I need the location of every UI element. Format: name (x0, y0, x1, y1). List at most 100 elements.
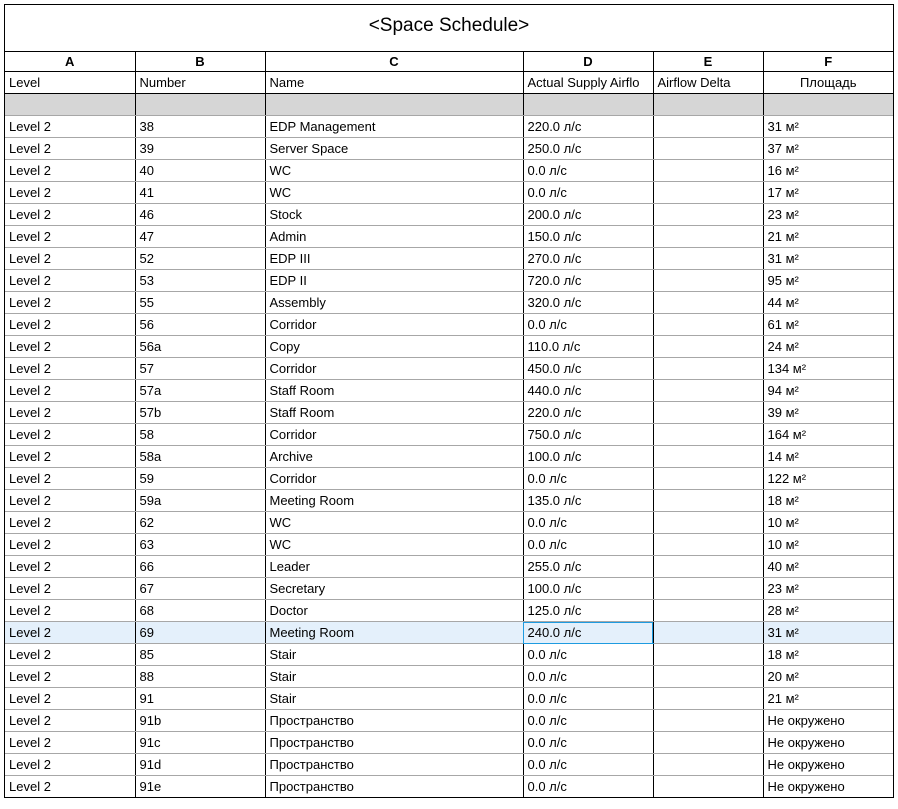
cell[interactable]: 59a (135, 490, 265, 512)
cell[interactable]: Level 2 (5, 666, 135, 688)
cell[interactable]: 58 (135, 424, 265, 446)
cell[interactable]: 200.0 л/с (523, 204, 653, 226)
cell[interactable]: 31 м² (763, 116, 893, 138)
cell[interactable]: Level 2 (5, 644, 135, 666)
cell[interactable] (653, 402, 763, 424)
cell[interactable]: Level 2 (5, 292, 135, 314)
cell[interactable]: 0.0 л/с (523, 776, 653, 798)
cell[interactable]: Level 2 (5, 732, 135, 754)
cell[interactable]: 14 м² (763, 446, 893, 468)
cell[interactable]: Staff Room (265, 380, 523, 402)
cell[interactable]: WC (265, 512, 523, 534)
cell[interactable]: Level 2 (5, 556, 135, 578)
cell[interactable]: 63 (135, 534, 265, 556)
col-header-D[interactable]: D (523, 52, 653, 72)
cell[interactable]: Corridor (265, 468, 523, 490)
cell[interactable]: 31 м² (763, 622, 893, 644)
cell[interactable]: 57b (135, 402, 265, 424)
cell[interactable]: Corridor (265, 358, 523, 380)
cell[interactable]: 0.0 л/с (523, 688, 653, 710)
cell[interactable]: 28 м² (763, 600, 893, 622)
cell[interactable] (653, 600, 763, 622)
col-header-A[interactable]: A (5, 52, 135, 72)
cell[interactable]: 0.0 л/с (523, 160, 653, 182)
cell[interactable]: 750.0 л/с (523, 424, 653, 446)
cell[interactable]: Пространство (265, 776, 523, 798)
cell[interactable]: Level 2 (5, 358, 135, 380)
cell[interactable]: 24 м² (763, 336, 893, 358)
field-airflow[interactable]: Actual Supply Airflo (523, 72, 653, 94)
cell[interactable]: 47 (135, 226, 265, 248)
cell[interactable]: Не окружено (763, 710, 893, 732)
cell[interactable]: 0.0 л/с (523, 182, 653, 204)
cell[interactable]: 59 (135, 468, 265, 490)
cell[interactable]: 110.0 л/с (523, 336, 653, 358)
cell[interactable]: 0.0 л/с (523, 468, 653, 490)
cell[interactable]: 0.0 л/с (523, 512, 653, 534)
field-area[interactable]: Площадь (763, 72, 893, 94)
cell[interactable]: Level 2 (5, 138, 135, 160)
field-level[interactable]: Level (5, 72, 135, 94)
cell[interactable]: 122 м² (763, 468, 893, 490)
cell[interactable]: Admin (265, 226, 523, 248)
cell[interactable]: 95 м² (763, 270, 893, 292)
cell[interactable] (653, 424, 763, 446)
cell[interactable]: Level 2 (5, 336, 135, 358)
cell[interactable]: 66 (135, 556, 265, 578)
cell[interactable]: 88 (135, 666, 265, 688)
cell[interactable] (653, 556, 763, 578)
cell[interactable]: 0.0 л/с (523, 534, 653, 556)
cell[interactable]: Assembly (265, 292, 523, 314)
cell[interactable] (653, 270, 763, 292)
cell[interactable]: Level 2 (5, 710, 135, 732)
col-header-C[interactable]: C (265, 52, 523, 72)
cell[interactable] (653, 160, 763, 182)
cell[interactable]: 91e (135, 776, 265, 798)
cell[interactable]: 91c (135, 732, 265, 754)
cell[interactable] (653, 358, 763, 380)
cell[interactable]: 720.0 л/с (523, 270, 653, 292)
cell[interactable] (653, 622, 763, 644)
cell[interactable]: Stock (265, 204, 523, 226)
cell[interactable] (653, 116, 763, 138)
cell[interactable]: 150.0 л/с (523, 226, 653, 248)
cell[interactable] (653, 468, 763, 490)
col-header-B[interactable]: B (135, 52, 265, 72)
cell[interactable]: Staff Room (265, 402, 523, 424)
col-header-E[interactable]: E (653, 52, 763, 72)
cell[interactable]: Level 2 (5, 578, 135, 600)
cell[interactable]: Corridor (265, 314, 523, 336)
cell[interactable]: 46 (135, 204, 265, 226)
cell[interactable]: Level 2 (5, 380, 135, 402)
cell[interactable]: 100.0 л/с (523, 446, 653, 468)
cell[interactable]: 240.0 л/с (523, 622, 653, 644)
cell[interactable] (653, 512, 763, 534)
cell[interactable]: 0.0 л/с (523, 666, 653, 688)
cell[interactable]: EDP II (265, 270, 523, 292)
cell[interactable]: Corridor (265, 424, 523, 446)
cell[interactable]: 39 (135, 138, 265, 160)
cell[interactable]: 20 м² (763, 666, 893, 688)
cell[interactable]: 55 (135, 292, 265, 314)
cell[interactable]: 220.0 л/с (523, 116, 653, 138)
cell[interactable] (653, 688, 763, 710)
cell[interactable]: 17 м² (763, 182, 893, 204)
cell[interactable]: Level 2 (5, 270, 135, 292)
cell[interactable]: 57a (135, 380, 265, 402)
cell[interactable]: 21 м² (763, 688, 893, 710)
cell[interactable]: Level 2 (5, 600, 135, 622)
cell[interactable]: 220.0 л/с (523, 402, 653, 424)
cell[interactable]: 57 (135, 358, 265, 380)
cell[interactable]: Meeting Room (265, 622, 523, 644)
cell[interactable]: Level 2 (5, 776, 135, 798)
cell[interactable]: Doctor (265, 600, 523, 622)
cell[interactable]: 68 (135, 600, 265, 622)
cell[interactable]: Meeting Room (265, 490, 523, 512)
cell[interactable] (653, 182, 763, 204)
cell[interactable]: 53 (135, 270, 265, 292)
cell[interactable]: EDP III (265, 248, 523, 270)
cell[interactable]: Server Space (265, 138, 523, 160)
cell[interactable] (653, 754, 763, 776)
cell[interactable]: WC (265, 534, 523, 556)
cell[interactable]: 23 м² (763, 204, 893, 226)
